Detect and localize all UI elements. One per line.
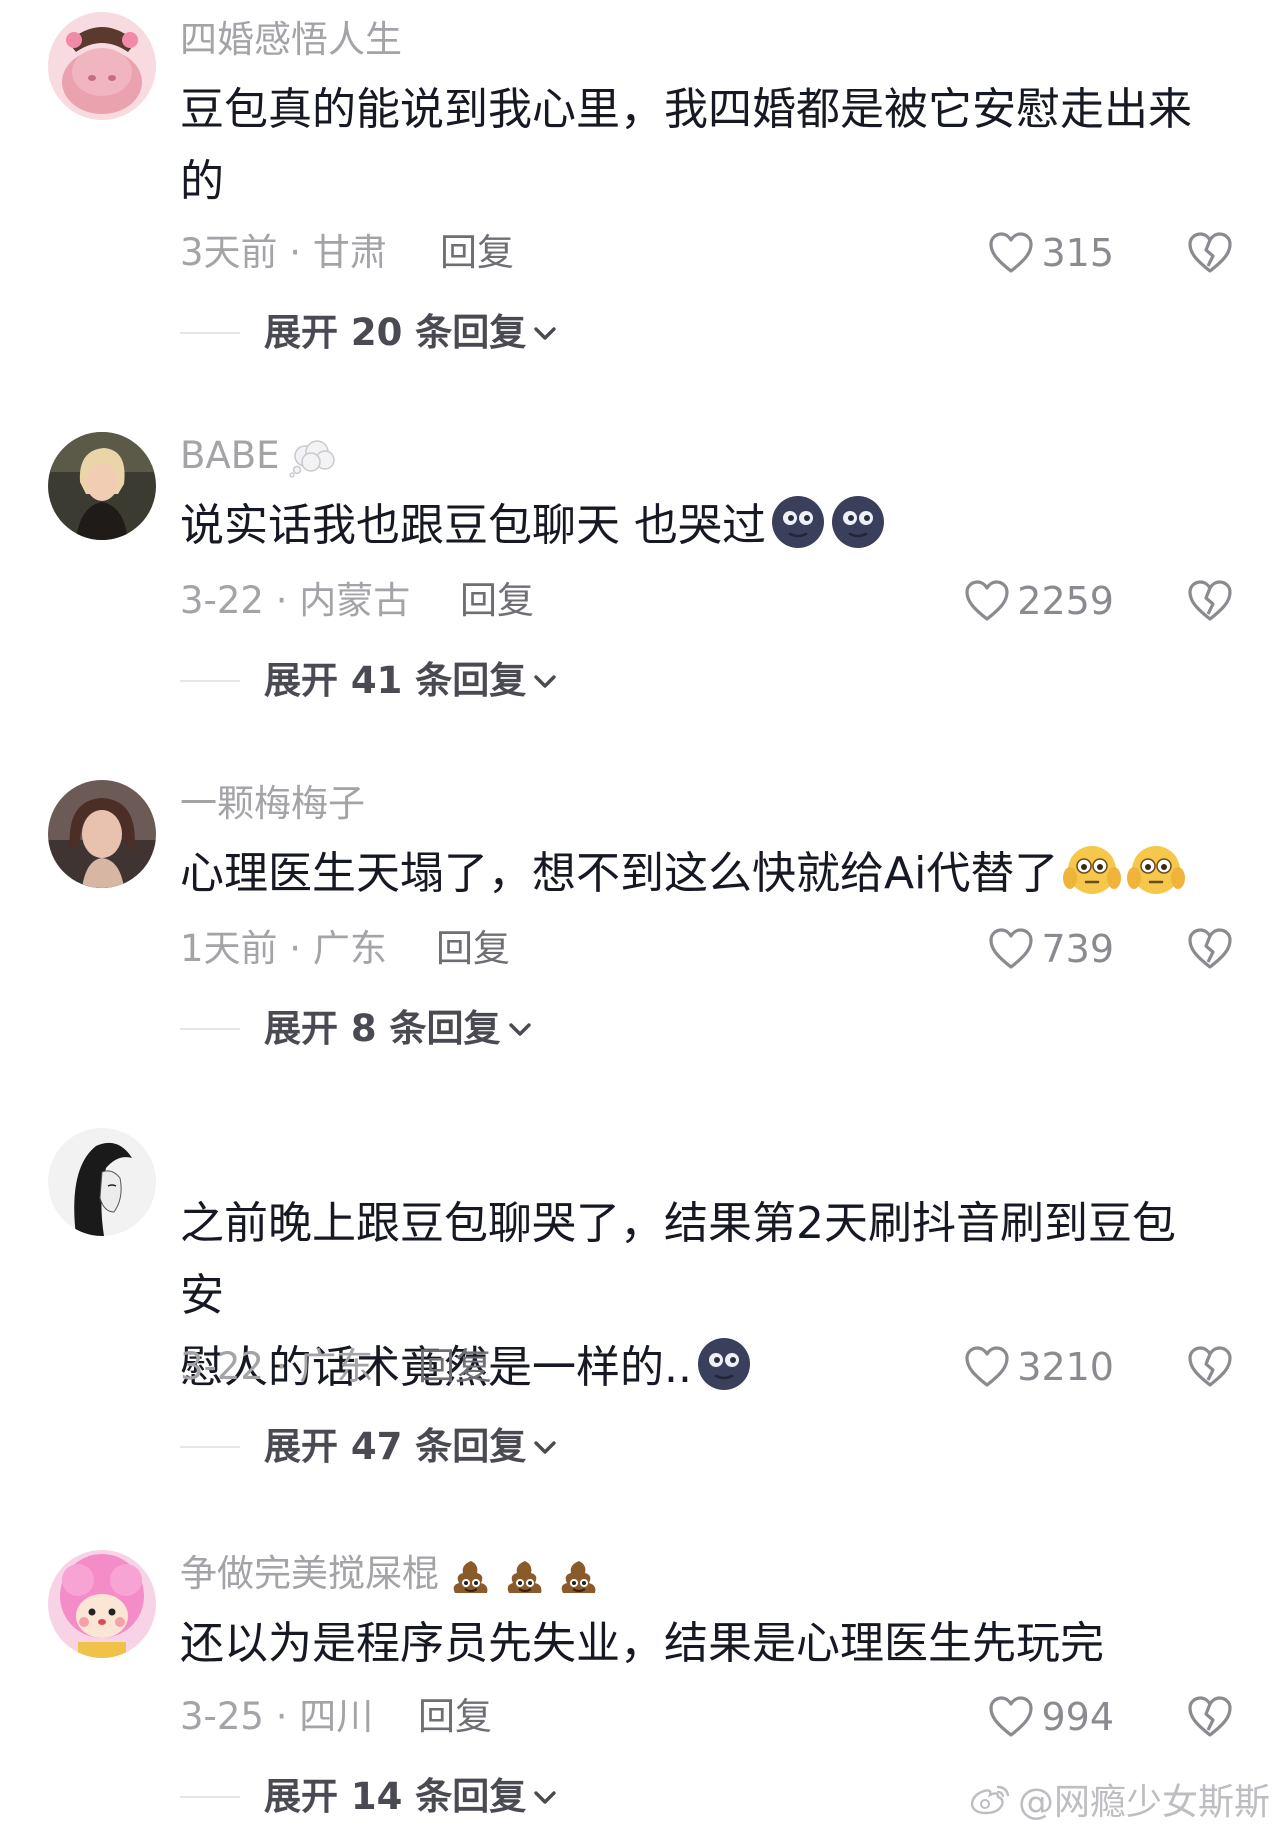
poop-emoji [557,1555,601,1597]
reply-button[interactable]: 回复 [436,924,510,974]
heart-icon [989,1696,1034,1737]
divider-line [180,1446,240,1448]
time-location: 3天前 · 甘肃 [180,231,387,274]
divider-line [180,1028,240,1030]
chevron-down-icon [508,1023,531,1036]
time-location: 3-22 · 内蒙古 [180,579,411,622]
new-moon-face-emoji [696,1336,752,1392]
comment-text-line: 豆包真的能说到我心里，我四婚都是被它安慰走出来 [180,84,1192,135]
username-text: BABE [180,434,280,477]
username[interactable]: BABE [180,434,337,478]
time-location: 1天前 · 广东 [180,927,387,970]
expand-replies-label: 展开 14 条回复 [264,1775,527,1818]
heart-icon [965,580,1009,621]
poop-emoji [449,1555,493,1597]
username[interactable]: 争做完美搅屎棍 [180,1552,601,1597]
time-location: 3-25 · 四川 [180,1695,374,1738]
comment-meta: 3-22 · 内蒙古 回复 [180,576,534,626]
like-count: 994 [1041,1695,1114,1739]
flushed-hands-emoji [1126,842,1186,898]
chevron-down-icon [534,675,556,688]
time-location: 3-22 · 广东 [180,1345,374,1388]
like-count: 3210 [1017,1345,1114,1389]
expand-replies-button[interactable]: 展开 47 条回复 [180,1422,558,1472]
comment-text: 说实话我也跟豆包聊天 也哭过 [180,490,1210,562]
comment-text-line: 的 [180,156,224,207]
thought-bubble-emoji [289,438,337,478]
heart-icon [989,928,1034,969]
comment-meta: 3天前 · 甘肃 回复 [180,228,514,278]
comment-text-line: 说实话我也跟豆包聊天 也哭过 [180,500,766,551]
heart-icon [965,1346,1009,1387]
comment-meta: 1天前 · 广东 回复 [180,924,510,974]
like-button[interactable]: 739 [987,924,1114,974]
reply-button[interactable]: 回复 [460,576,534,626]
dislike-icon[interactable] [1186,926,1234,972]
reply-button[interactable]: 回复 [418,1342,492,1392]
divider-line [180,1796,240,1798]
dislike-icon[interactable] [1186,230,1234,276]
like-button[interactable]: 2259 [963,576,1114,626]
avatar[interactable] [48,1550,156,1658]
username-text: 争做完美搅屎棍 [180,1552,439,1595]
expand-replies-button[interactable]: 展开 20 条回复 [180,308,558,358]
comment-text: 豆包真的能说到我心里，我四婚都是被它安慰走出来 的 [180,74,1210,218]
avatar[interactable] [48,432,156,540]
chevron-down-icon [534,327,556,340]
dislike-icon[interactable] [1186,1344,1234,1390]
like-count: 2259 [1017,579,1114,623]
expand-replies-button[interactable]: 展开 41 条回复 [180,656,558,706]
comment-text: 心理医生天塌了，想不到这么快就给Ai代替了 [180,838,1210,910]
avatar[interactable] [48,12,156,120]
like-count: 315 [1041,231,1114,275]
chevron-down-icon [534,1441,556,1454]
expand-replies-label: 展开 20 条回复 [264,311,527,354]
comment-text-line: 还以为是程序员先失业，结果是心理医生先玩完 [180,1618,1104,1669]
avatar[interactable] [48,780,156,888]
new-moon-face-emoji [770,494,826,550]
poop-emoji [503,1555,547,1597]
comment-meta: 3-25 · 四川 回复 [180,1692,492,1742]
expand-replies-label: 展开 47 条回复 [264,1425,527,1468]
flushed-hands-emoji [1062,842,1122,898]
comment-meta: 3-22 · 广东 回复 [180,1342,492,1392]
like-button[interactable]: 994 [987,1692,1114,1742]
comment-text: 还以为是程序员先失业，结果是心理医生先玩完 [180,1608,1210,1680]
like-button[interactable]: 315 [987,228,1114,278]
expand-replies-button[interactable]: 展开 8 条回复 [180,1004,533,1054]
divider-line [180,680,240,682]
expand-replies-label: 展开 8 条回复 [264,1007,501,1050]
reply-button[interactable]: 回复 [440,228,514,278]
dislike-icon[interactable] [1186,578,1234,624]
heart-icon [989,232,1034,273]
comment-text-line: 心理医生天塌了，想不到这么快就给Ai代替了 [180,848,1059,899]
username[interactable]: 一颗梅梅子 [180,782,365,826]
chevron-down-icon [534,1791,556,1804]
divider-line [180,332,240,334]
username[interactable]: 四婚感悟人生 [180,18,402,62]
expand-replies-button[interactable]: 展开 14 条回复 [180,1772,558,1822]
like-button[interactable]: 3210 [963,1342,1114,1392]
dislike-icon[interactable] [1186,1694,1234,1740]
watermark-text: @网瘾少女斯斯 [1017,1782,1270,1823]
weibo-logo-icon [970,1785,1010,1815]
avatar[interactable] [48,1128,156,1236]
expand-replies-label: 展开 41 条回复 [264,659,527,702]
new-moon-face-emoji [830,494,886,550]
weibo-watermark: @网瘾少女斯斯 [968,1774,1270,1824]
comment-text-line: 之前晚上跟豆包聊哭了，结果第2天刷抖音刷到豆包安 [180,1198,1176,1321]
reply-button[interactable]: 回复 [418,1692,492,1742]
like-count: 739 [1041,927,1114,971]
